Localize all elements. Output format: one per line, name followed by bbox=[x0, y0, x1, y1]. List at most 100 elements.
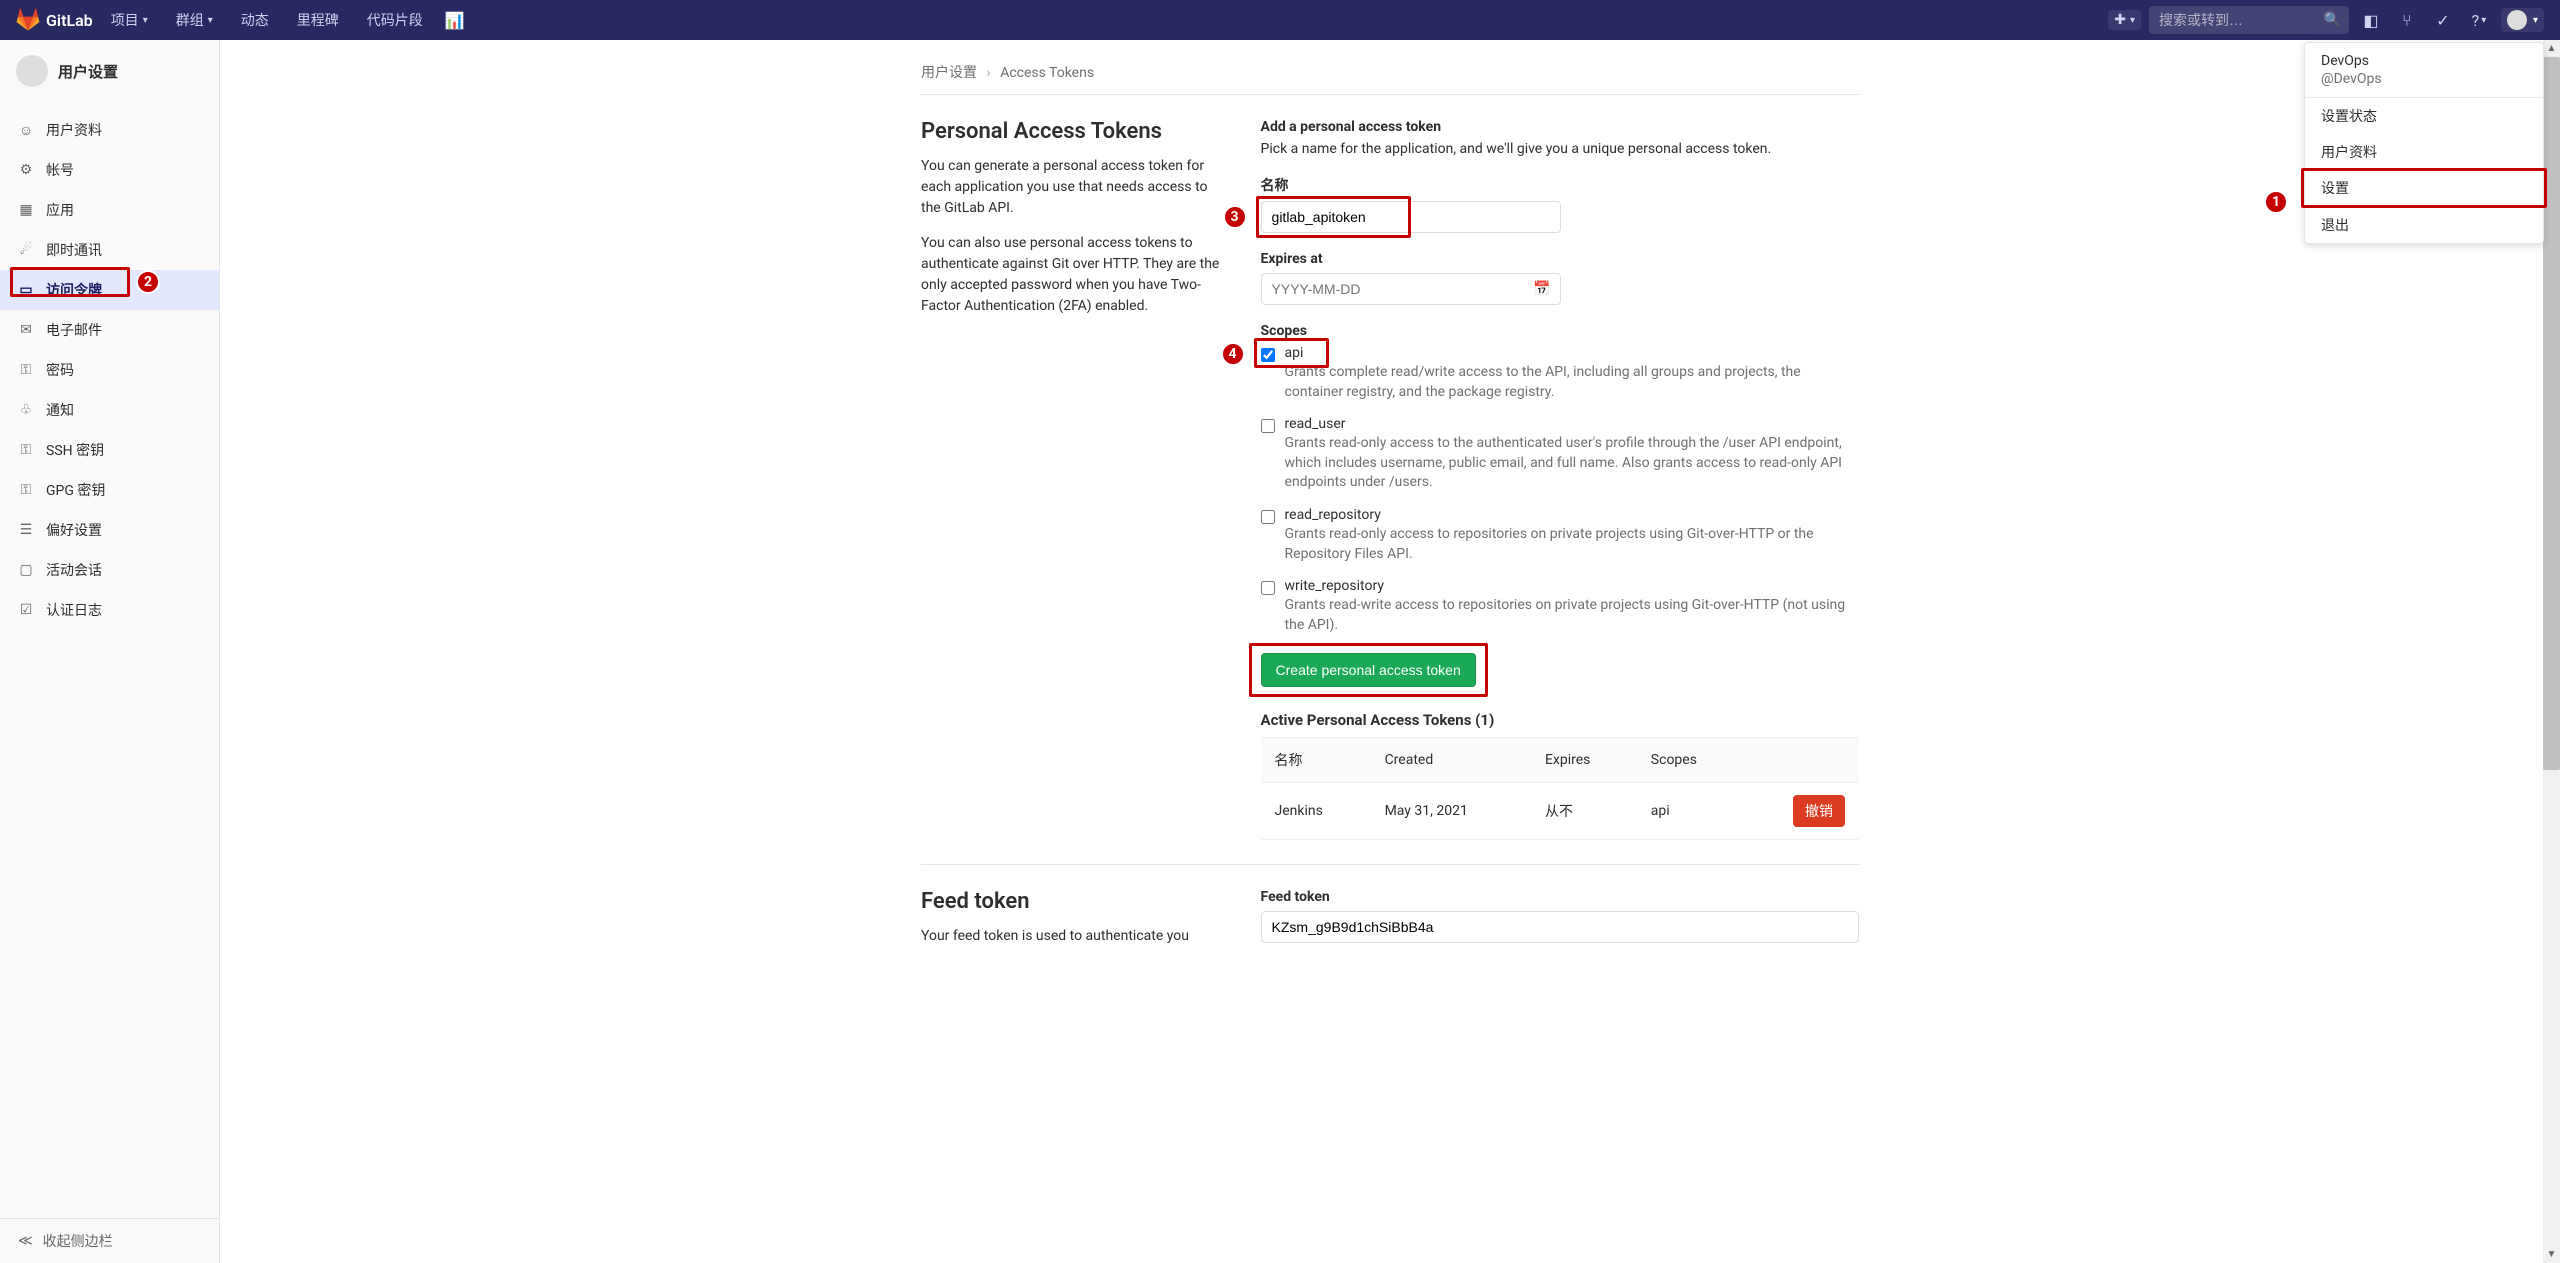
active-heading: Active Personal Access Tokens (1) bbox=[1261, 711, 1859, 729]
scope-read-repo: read_repository Grants read-only access … bbox=[1261, 507, 1859, 564]
sidebar-item-password[interactable]: ⚿密码 bbox=[0, 350, 219, 390]
scroll-down-icon[interactable]: ▼ bbox=[2543, 1246, 2560, 1263]
expires-wrap: 📅 bbox=[1261, 273, 1561, 305]
scroll-thumb[interactable] bbox=[2543, 57, 2560, 770]
sidebar-item-notifications[interactable]: ♧通知 bbox=[0, 390, 219, 430]
nav-milestones[interactable]: 里程碑 bbox=[287, 0, 349, 40]
scroll-up-icon[interactable]: ▲ bbox=[2543, 40, 2560, 57]
scope-read-user-name: read_user bbox=[1285, 416, 1859, 432]
merge-requests-icon[interactable]: ⑂ bbox=[2393, 6, 2421, 34]
todos-icon[interactable]: ✓ bbox=[2429, 6, 2457, 34]
expires-label: Expires at bbox=[1261, 251, 1859, 267]
collapse-sidebar[interactable]: ≪收起侧边栏 bbox=[0, 1219, 219, 1263]
breadcrumb-root[interactable]: 用户设置 bbox=[921, 65, 977, 81]
scope-api-checkbox[interactable] bbox=[1261, 348, 1275, 362]
annotation-num-2: 2 bbox=[136, 270, 160, 294]
sidebar-item-auth-log[interactable]: ☑认证日志 bbox=[0, 590, 219, 630]
nav-groups[interactable]: 群组▾ bbox=[166, 0, 223, 40]
navbar: GitLab 项目▾ 群组▾ 动态 里程碑 代码片段 📊 ✚▾ 🔍 ◧ ⑂ ✓ … bbox=[0, 0, 2560, 40]
content: 用户设置 › Access Tokens Personal Access Tok… bbox=[905, 40, 1875, 1025]
active-tokens: Active Personal Access Tokens (1) 名称 Cre… bbox=[1261, 711, 1859, 840]
sidebar-title: 用户设置 bbox=[58, 61, 118, 82]
chevron-left-icon: ≪ bbox=[18, 1233, 33, 1249]
sidebar-item-applications[interactable]: ▦应用 bbox=[0, 190, 219, 230]
revoke-button[interactable]: 撤销 bbox=[1793, 795, 1845, 827]
feed-label: Feed token bbox=[1261, 889, 1859, 905]
gitlab-logo[interactable]: GitLab bbox=[16, 8, 93, 32]
user-menu-toggle[interactable]: ▾ bbox=[2501, 8, 2544, 32]
menu-profile[interactable]: 用户资料 bbox=[2305, 134, 2543, 170]
user-dropdown-header: DevOps @DevOps bbox=[2305, 43, 2543, 97]
cell-created: May 31, 2021 bbox=[1371, 783, 1531, 840]
cell-expires: 从不 bbox=[1531, 783, 1637, 840]
pat-desc2: You can also use personal access tokens … bbox=[921, 233, 1231, 317]
nav-analytics-icon[interactable]: 📊 bbox=[441, 6, 469, 34]
sidebar-footer: ≪收起侧边栏 bbox=[0, 1218, 219, 1263]
bell-icon: ♧ bbox=[18, 402, 34, 418]
sidebar-item-active-sessions[interactable]: ▢活动会话 bbox=[0, 550, 219, 590]
scope-api-name: api bbox=[1285, 345, 1859, 361]
new-dropdown[interactable]: ✚▾ bbox=[2108, 10, 2141, 30]
feed-form: Feed token bbox=[1261, 889, 1859, 961]
scroll-track[interactable] bbox=[2543, 57, 2560, 1246]
sidebar-item-profile[interactable]: ☺用户资料 bbox=[0, 110, 219, 150]
issues-icon[interactable]: ◧ bbox=[2357, 6, 2385, 34]
pat-intro: Personal Access Tokens You can generate … bbox=[921, 119, 1231, 840]
navbar-right: ✚▾ 🔍 ◧ ⑂ ✓ ?▾ ▾ bbox=[2108, 6, 2544, 34]
scope-read-user-checkbox[interactable] bbox=[1261, 419, 1275, 433]
breadcrumb-current: Access Tokens bbox=[1000, 65, 1094, 81]
gitlab-icon bbox=[16, 8, 40, 32]
sidebar-item-access-tokens[interactable]: ▭访问令牌 bbox=[0, 270, 219, 310]
brand-text: GitLab bbox=[46, 11, 93, 30]
scrollbar[interactable]: ▲ ▼ bbox=[2543, 40, 2560, 1263]
cell-scopes: api bbox=[1637, 783, 1744, 840]
user-dropdown: DevOps @DevOps 设置状态 用户资料 设置 退出 bbox=[2304, 42, 2544, 244]
nav-snippets[interactable]: 代码片段 bbox=[357, 0, 433, 40]
feed-token-input[interactable] bbox=[1261, 911, 1859, 943]
lock-icon: ⚿ bbox=[18, 362, 34, 378]
sidebar-item-ssh-keys[interactable]: ⚿SSH 密钥 bbox=[0, 430, 219, 470]
menu-settings[interactable]: 设置 bbox=[2305, 170, 2543, 206]
nav-activity[interactable]: 动态 bbox=[231, 0, 279, 40]
create-token-button[interactable]: Create personal access token bbox=[1261, 653, 1476, 687]
apps-icon: ▦ bbox=[18, 202, 34, 218]
calendar-icon[interactable]: 📅 bbox=[1533, 281, 1550, 297]
sidebar-item-emails[interactable]: ✉电子邮件 bbox=[0, 310, 219, 350]
help-icon[interactable]: ?▾ bbox=[2465, 6, 2493, 34]
scope-read-repo-name: read_repository bbox=[1285, 507, 1859, 523]
chevron-down-icon: ▾ bbox=[2130, 15, 2135, 26]
scope-read-repo-desc: Grants read-only access to repositories … bbox=[1285, 525, 1859, 564]
menu-logout[interactable]: 退出 bbox=[2305, 207, 2543, 243]
avatar bbox=[2507, 10, 2527, 30]
nav-projects[interactable]: 项目▾ bbox=[101, 0, 158, 40]
menu-set-status[interactable]: 设置状态 bbox=[2305, 98, 2543, 134]
scope-write-repo-checkbox[interactable] bbox=[1261, 581, 1275, 595]
pat-form: Add a personal access token Pick a name … bbox=[1261, 119, 1859, 840]
sliders-icon: ☰ bbox=[18, 522, 34, 538]
scope-write-repo-desc: Grants read-write access to repositories… bbox=[1285, 596, 1859, 635]
sidebar-item-chat[interactable]: ☄即时通讯 bbox=[0, 230, 219, 270]
key-icon: ⚿ bbox=[18, 442, 34, 458]
table-row: Jenkins May 31, 2021 从不 api 撤销 bbox=[1261, 783, 1859, 840]
sidebar-header[interactable]: 用户设置 bbox=[0, 40, 219, 102]
add-desc: Pick a name for the application, and we'… bbox=[1261, 141, 1859, 157]
scope-read-repo-checkbox[interactable] bbox=[1261, 510, 1275, 524]
sidebar: 用户设置 ☺用户资料 ⚙帐号 ▦应用 ☄即时通讯 ▭访问令牌 2 ✉电子邮件 ⚿… bbox=[0, 40, 220, 1263]
avatar bbox=[16, 55, 48, 87]
sidebar-item-account[interactable]: ⚙帐号 bbox=[0, 150, 219, 190]
pat-section: Personal Access Tokens You can generate … bbox=[921, 95, 1859, 864]
sidebar-item-gpg-keys[interactable]: ⚿GPG 密钥 bbox=[0, 470, 219, 510]
feed-desc: Your feed token is used to authenticate … bbox=[921, 926, 1231, 947]
sidebar-item-preferences[interactable]: ☰偏好设置 bbox=[0, 510, 219, 550]
pat-desc1: You can generate a personal access token… bbox=[921, 156, 1231, 219]
scopes-list: api Grants complete read/write access to… bbox=[1261, 345, 1859, 635]
token-name-input[interactable] bbox=[1261, 201, 1561, 233]
annotation-num-1: 1 bbox=[2264, 190, 2288, 214]
search-input[interactable] bbox=[2149, 6, 2349, 34]
scope-api-desc: Grants complete read/write access to the… bbox=[1285, 363, 1859, 402]
navbar-left: GitLab 项目▾ 群组▾ 动态 里程碑 代码片段 📊 bbox=[16, 0, 469, 40]
expires-input[interactable] bbox=[1261, 273, 1561, 305]
feed-heading: Feed token bbox=[921, 889, 1231, 914]
user-handle: @DevOps bbox=[2321, 71, 2527, 87]
col-expires: Expires bbox=[1531, 738, 1637, 783]
